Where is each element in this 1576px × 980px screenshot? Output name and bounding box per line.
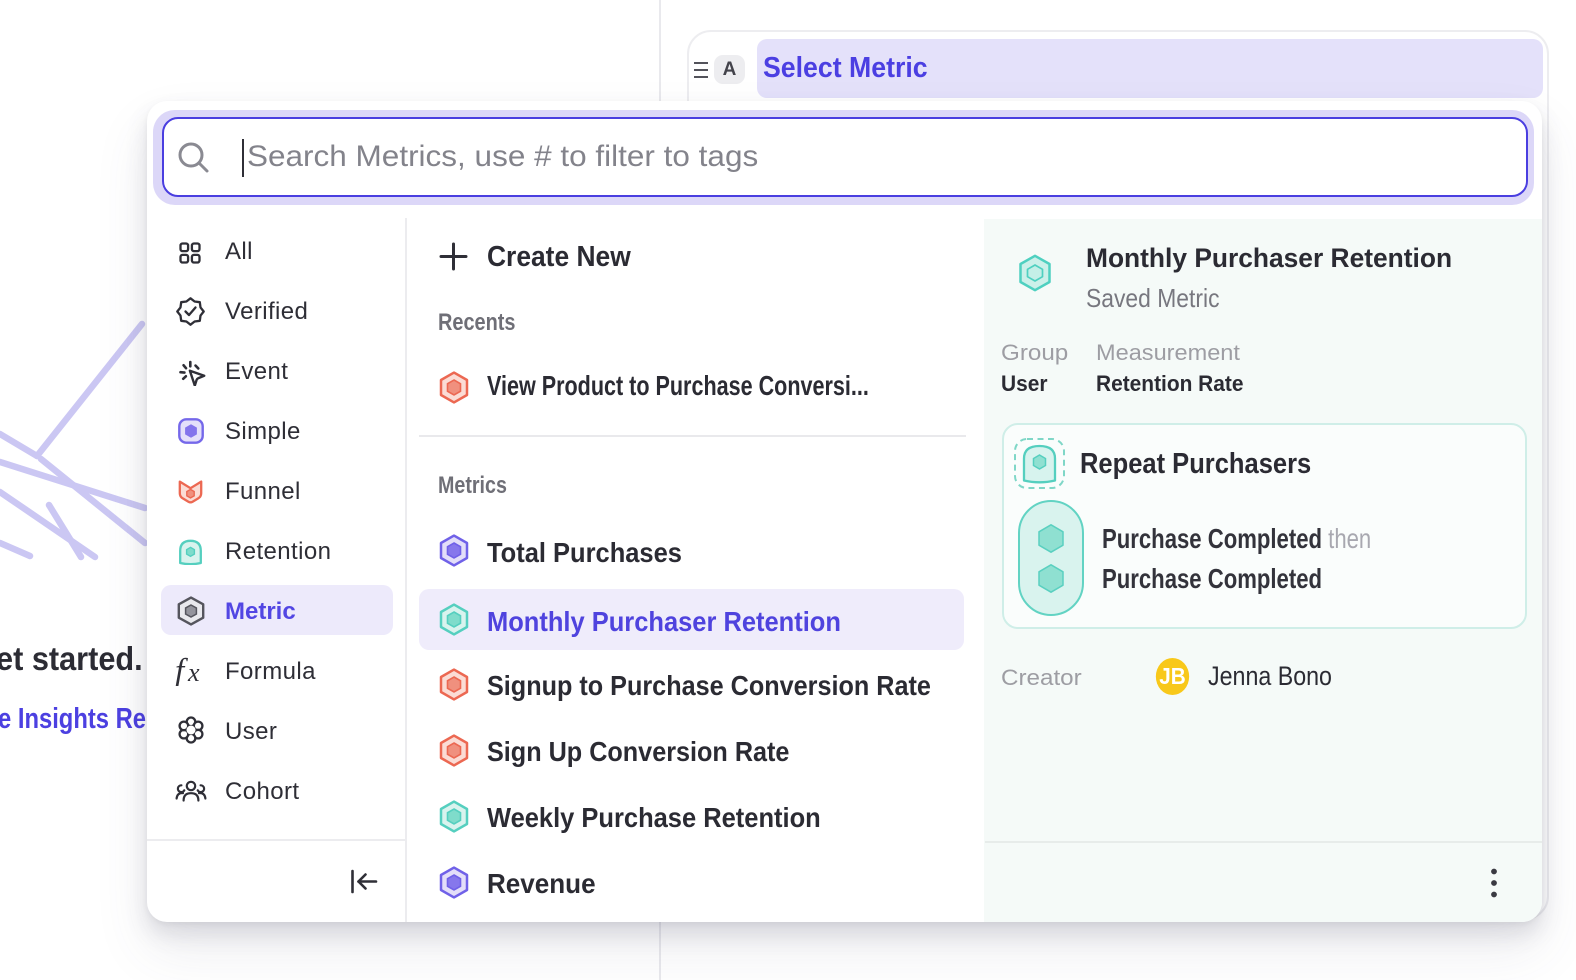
svg-text:f: f (175, 656, 188, 686)
svg-text:x: x (187, 658, 200, 686)
